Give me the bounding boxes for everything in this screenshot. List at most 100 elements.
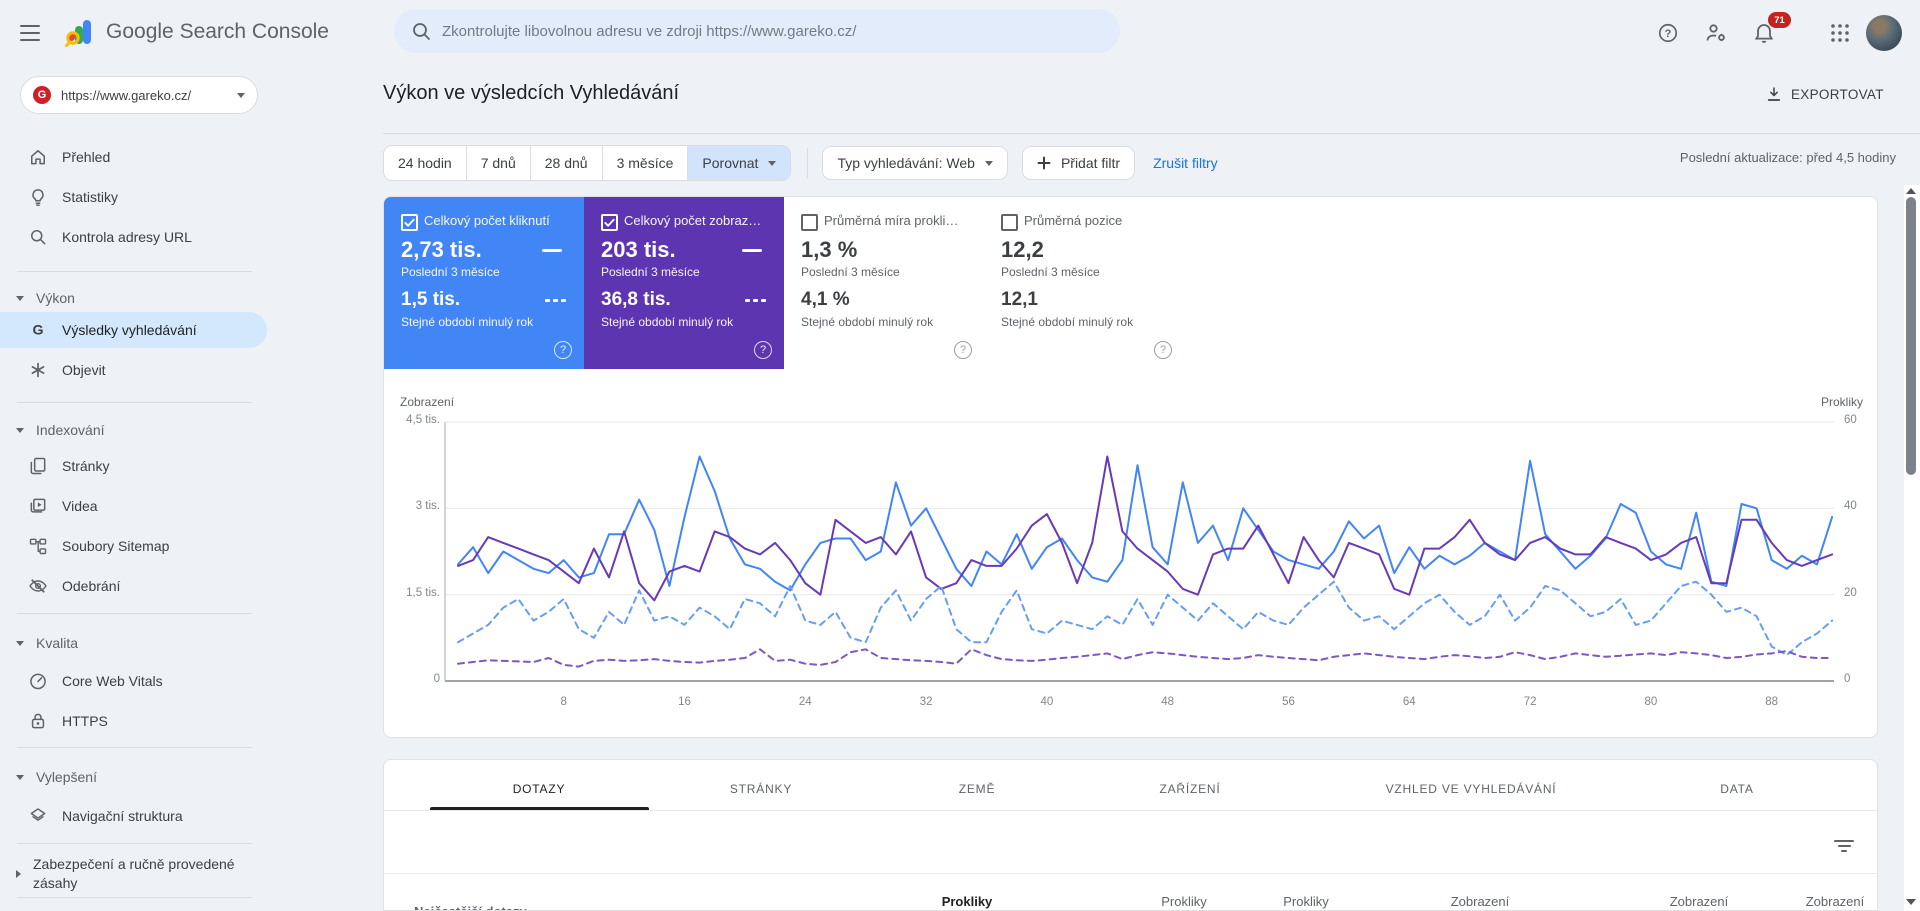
sidebar-divider bbox=[17, 402, 252, 403]
divider bbox=[383, 133, 1920, 134]
metric-card-position[interactable]: Průměrná pozice 12,2 Poslední 3 měsíce 1… bbox=[984, 197, 1184, 369]
plus-icon bbox=[1037, 156, 1051, 170]
sidebar-item-label: Přehled bbox=[62, 149, 111, 165]
sidebar-item-label: Výsledky vyhledávání bbox=[62, 322, 197, 338]
filter-list-icon[interactable] bbox=[1832, 837, 1856, 855]
sidebar-item-sitemaps[interactable]: Soubory Sitemap bbox=[0, 526, 267, 566]
avatar[interactable] bbox=[1866, 15, 1902, 51]
sidebar-item-label: Core Web Vitals bbox=[62, 673, 163, 689]
card-value: 203 tis. bbox=[601, 237, 676, 262]
sidebar-item-label: Stránky bbox=[62, 458, 110, 474]
sidebar-item-pages[interactable]: Stránky bbox=[0, 446, 267, 486]
range-3m-button[interactable]: 3 měsíce bbox=[603, 146, 689, 180]
checkbox-checked[interactable] bbox=[601, 214, 618, 231]
sidebar-item-insights[interactable]: Statistiky bbox=[0, 177, 267, 217]
home-icon bbox=[28, 147, 48, 167]
sidebar-divider bbox=[17, 843, 252, 844]
range-24h-button[interactable]: 24 hodin bbox=[384, 146, 467, 180]
metric-card-ctr[interactable]: Průměrná míra prokli… 1,3 % Poslední 3 m… bbox=[784, 197, 984, 369]
tab-data[interactable]: DATA bbox=[1710, 774, 1763, 804]
sidebar-divider bbox=[17, 897, 252, 898]
tab-stranky[interactable]: STRÁNKY bbox=[720, 774, 802, 804]
sidebar-section-indexing[interactable]: Indexování bbox=[0, 416, 267, 444]
tab-zarizeni[interactable]: ZAŘÍZENÍ bbox=[1149, 774, 1230, 804]
sidebar-section-experience[interactable]: Kvalita bbox=[0, 629, 267, 657]
chart-line-clicks-previous bbox=[457, 580, 1834, 657]
url-inspection-searchbar[interactable] bbox=[394, 9, 1120, 53]
sidebar-item-videos[interactable]: Videa bbox=[0, 486, 267, 526]
download-icon bbox=[1767, 87, 1781, 101]
section-label: Kvalita bbox=[36, 635, 79, 651]
checkbox-checked[interactable] bbox=[401, 214, 418, 231]
filter-bar: 24 hodin 7 dnů 28 dnů 3 měsíce Porovnat … bbox=[383, 145, 1218, 181]
column-header-impressions[interactable]: Zobrazení bbox=[1806, 894, 1865, 909]
sidebar-item-label: Videa bbox=[62, 498, 98, 514]
help-icon[interactable]: ? bbox=[554, 341, 572, 359]
column-header-impressions[interactable]: Zobrazení bbox=[1670, 894, 1729, 909]
column-header-queries[interactable]: Nejčastější dotazy bbox=[414, 904, 527, 910]
search-type-chip[interactable]: Typ vyhledávání: Web bbox=[822, 146, 1008, 180]
sidebar-item-label: Soubory Sitemap bbox=[62, 538, 170, 554]
help-icon[interactable]: ? bbox=[754, 341, 772, 359]
performance-line-chart[interactable] bbox=[384, 391, 1877, 721]
last-update-label: Poslední aktualizace: před 4,5 hodiny bbox=[1679, 150, 1896, 165]
card-value: 12,2 bbox=[1001, 237, 1044, 262]
sidebar-item-search-results[interactable]: G Výsledky vyhledávání bbox=[0, 312, 267, 348]
x-axis-tick: 88 bbox=[1765, 696, 1779, 708]
user-settings-icon[interactable] bbox=[1696, 13, 1736, 53]
eye-off-icon bbox=[28, 576, 48, 596]
clear-filters-link[interactable]: Zrušit filtry bbox=[1153, 155, 1218, 171]
sidebar-item-removals[interactable]: Odebrání bbox=[0, 566, 267, 606]
help-icon[interactable]: ? bbox=[1154, 341, 1172, 359]
hamburger-menu-icon[interactable] bbox=[18, 20, 42, 44]
property-selector[interactable]: G https://www.gareko.cz/ bbox=[20, 76, 258, 114]
checkbox-unchecked[interactable] bbox=[1001, 214, 1018, 231]
sidebar-section-enhancements[interactable]: Vylepšení bbox=[0, 763, 267, 791]
card-prev-value: 1,5 tis. bbox=[401, 289, 461, 310]
scrollbar-up-arrow-icon[interactable] bbox=[1906, 188, 1916, 194]
sidebar-item-discover[interactable]: Objevit bbox=[0, 350, 267, 390]
speedometer-icon bbox=[28, 671, 48, 691]
sidebar-item-https[interactable]: HTTPS bbox=[0, 701, 267, 741]
sidebar-item-overview[interactable]: Přehled bbox=[0, 137, 267, 177]
range-28d-button[interactable]: 28 dnů bbox=[531, 146, 603, 180]
chevron-down-icon bbox=[237, 92, 245, 98]
sidebar-item-core-web-vitals[interactable]: Core Web Vitals bbox=[0, 661, 267, 701]
sidebar-item-label: Objevit bbox=[62, 362, 106, 378]
export-label: EXPORTOVAT bbox=[1791, 86, 1884, 102]
card-period: Poslední 3 měsíce bbox=[601, 265, 700, 279]
date-range-control: 24 hodin 7 dnů 28 dnů 3 měsíce Porovnat bbox=[383, 145, 792, 181]
tab-zeme[interactable]: ZEMĚ bbox=[949, 774, 1006, 804]
compare-button[interactable]: Porovnat bbox=[688, 146, 791, 180]
metric-card-impressions[interactable]: Celkový počet zobraz… 203 tis. Poslední … bbox=[584, 197, 784, 369]
apps-grid-icon[interactable] bbox=[1820, 13, 1860, 53]
sidebar-item-url-inspection[interactable]: Kontrola adresy URL bbox=[0, 217, 267, 257]
add-filter-chip[interactable]: Přidat filtr bbox=[1021, 146, 1136, 180]
metric-card-clicks[interactable]: Celkový počet kliknutí 2,73 tis. Posledn… bbox=[384, 197, 584, 369]
search-input[interactable] bbox=[440, 21, 1112, 41]
checkbox-unchecked[interactable] bbox=[801, 214, 818, 231]
page-title: Výkon ve výsledcích Vyhledávání bbox=[383, 82, 680, 104]
range-7d-button[interactable]: 7 dnů bbox=[467, 146, 531, 180]
export-button[interactable]: EXPORTOVAT bbox=[1765, 85, 1884, 103]
help-icon[interactable]: ? bbox=[1648, 13, 1688, 53]
divider bbox=[384, 873, 1877, 874]
x-axis-tick: 64 bbox=[1402, 696, 1416, 708]
sidebar-section-performance[interactable]: Výkon bbox=[0, 284, 267, 312]
sidebar-item-security-manual-actions[interactable]: Zabezpečení a ručně provedené zásahy bbox=[0, 855, 250, 893]
card-prev-period: Stejné období minulý rok bbox=[801, 315, 934, 329]
sidebar-item-label: Kontrola adresy URL bbox=[62, 229, 192, 245]
column-header-clicks[interactable]: Prokliky bbox=[1161, 894, 1207, 909]
asterisk-icon bbox=[28, 360, 48, 380]
tab-vzhled-ve-vyhledavani[interactable]: VZHLED VE VYHLEDÁVÁNÍ bbox=[1376, 774, 1567, 804]
column-header-impressions[interactable]: Zobrazení bbox=[1451, 894, 1510, 909]
tab-dotazy[interactable]: DOTAZY bbox=[503, 774, 576, 804]
sidebar-item-breadcrumbs[interactable]: Navigační struktura bbox=[0, 796, 267, 836]
scrollbar-thumb[interactable] bbox=[1906, 197, 1916, 475]
help-icon[interactable]: ? bbox=[954, 341, 972, 359]
column-header-clicks[interactable]: Prokliky bbox=[1283, 894, 1329, 909]
chart-line-impressions bbox=[457, 455, 1834, 602]
scrollbar-down-arrow-icon[interactable] bbox=[1906, 899, 1916, 905]
column-header-clicks-sorted[interactable]: Prokliky bbox=[942, 894, 993, 909]
compare-label: Porovnat bbox=[702, 155, 759, 171]
